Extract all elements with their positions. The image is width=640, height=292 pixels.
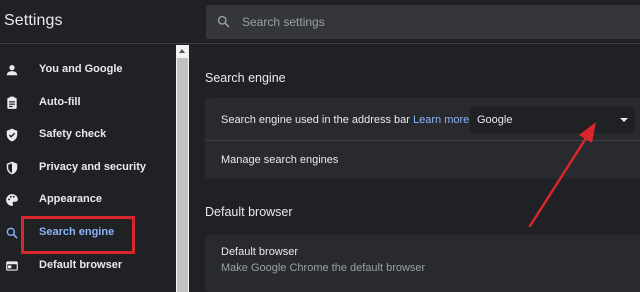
search-bar[interactable] <box>206 5 640 39</box>
palette-icon <box>5 193 19 207</box>
search-input[interactable] <box>242 5 622 39</box>
sidebar: You and Google Auto-fill Safety check Pr… <box>0 45 176 292</box>
default-browser-row-subtitle: Make Google Chrome the default browser <box>221 262 426 274</box>
scroll-up-arrow-icon[interactable] <box>179 49 185 53</box>
address-bar-engine-label: Search engine used in the address bar <box>221 114 410 126</box>
sidebar-item-auto-fill[interactable]: Auto-fill <box>0 88 174 118</box>
sidebar-item-you-and-google[interactable]: You and Google <box>0 55 174 85</box>
search-icon <box>5 226 19 240</box>
annotation-highlight-box <box>21 216 135 254</box>
shield-check-icon <box>5 128 19 142</box>
section-title-default-browser: Default browser <box>205 205 293 219</box>
default-browser-row-title: Default browser <box>221 246 299 258</box>
sidebar-item-privacy-and-security[interactable]: Privacy and security <box>0 153 174 183</box>
sidebar-scrollbar[interactable] <box>176 45 189 292</box>
search-icon <box>216 14 231 34</box>
sidebar-item-default-browser[interactable]: Default browser <box>0 251 174 281</box>
search-engine-card: Search engine used in the address bar Le… <box>205 98 640 179</box>
toolbar: Settings <box>0 0 640 44</box>
page-title: Settings <box>4 12 63 29</box>
sidebar-item-safety-check[interactable]: Safety check <box>0 120 174 150</box>
learn-more-link[interactable]: Learn more <box>413 114 469 126</box>
manage-search-engines-row[interactable]: Manage search engines <box>221 154 338 166</box>
sidebar-item-label: Privacy and security <box>39 161 147 173</box>
sidebar-item-label: Appearance <box>39 193 102 205</box>
default-browser-card: Default browser Make Google Chrome the d… <box>205 235 640 292</box>
sidebar-item-label: Safety check <box>39 128 107 140</box>
scrollbar-thumb[interactable] <box>177 58 188 292</box>
browser-icon <box>5 259 19 273</box>
selected-engine-value: Google <box>477 114 513 126</box>
search-engine-select[interactable]: Google <box>470 107 635 133</box>
sidebar-item-appearance[interactable]: Appearance <box>0 185 174 215</box>
person-icon <box>5 63 19 77</box>
section-title-search-engine: Search engine <box>205 71 286 85</box>
clipboard-icon <box>5 96 19 110</box>
shield-icon <box>5 161 19 175</box>
sidebar-item-label: Auto-fill <box>39 96 81 108</box>
row-divider <box>205 140 640 141</box>
sidebar-item-label: You and Google <box>39 63 123 75</box>
sidebar-item-label: Default browser <box>39 259 123 271</box>
address-bar-engine-row: Search engine used in the address bar Le… <box>221 114 469 126</box>
main-content: Search engine Search engine used in the … <box>189 45 640 292</box>
chevron-down-icon <box>620 118 628 122</box>
